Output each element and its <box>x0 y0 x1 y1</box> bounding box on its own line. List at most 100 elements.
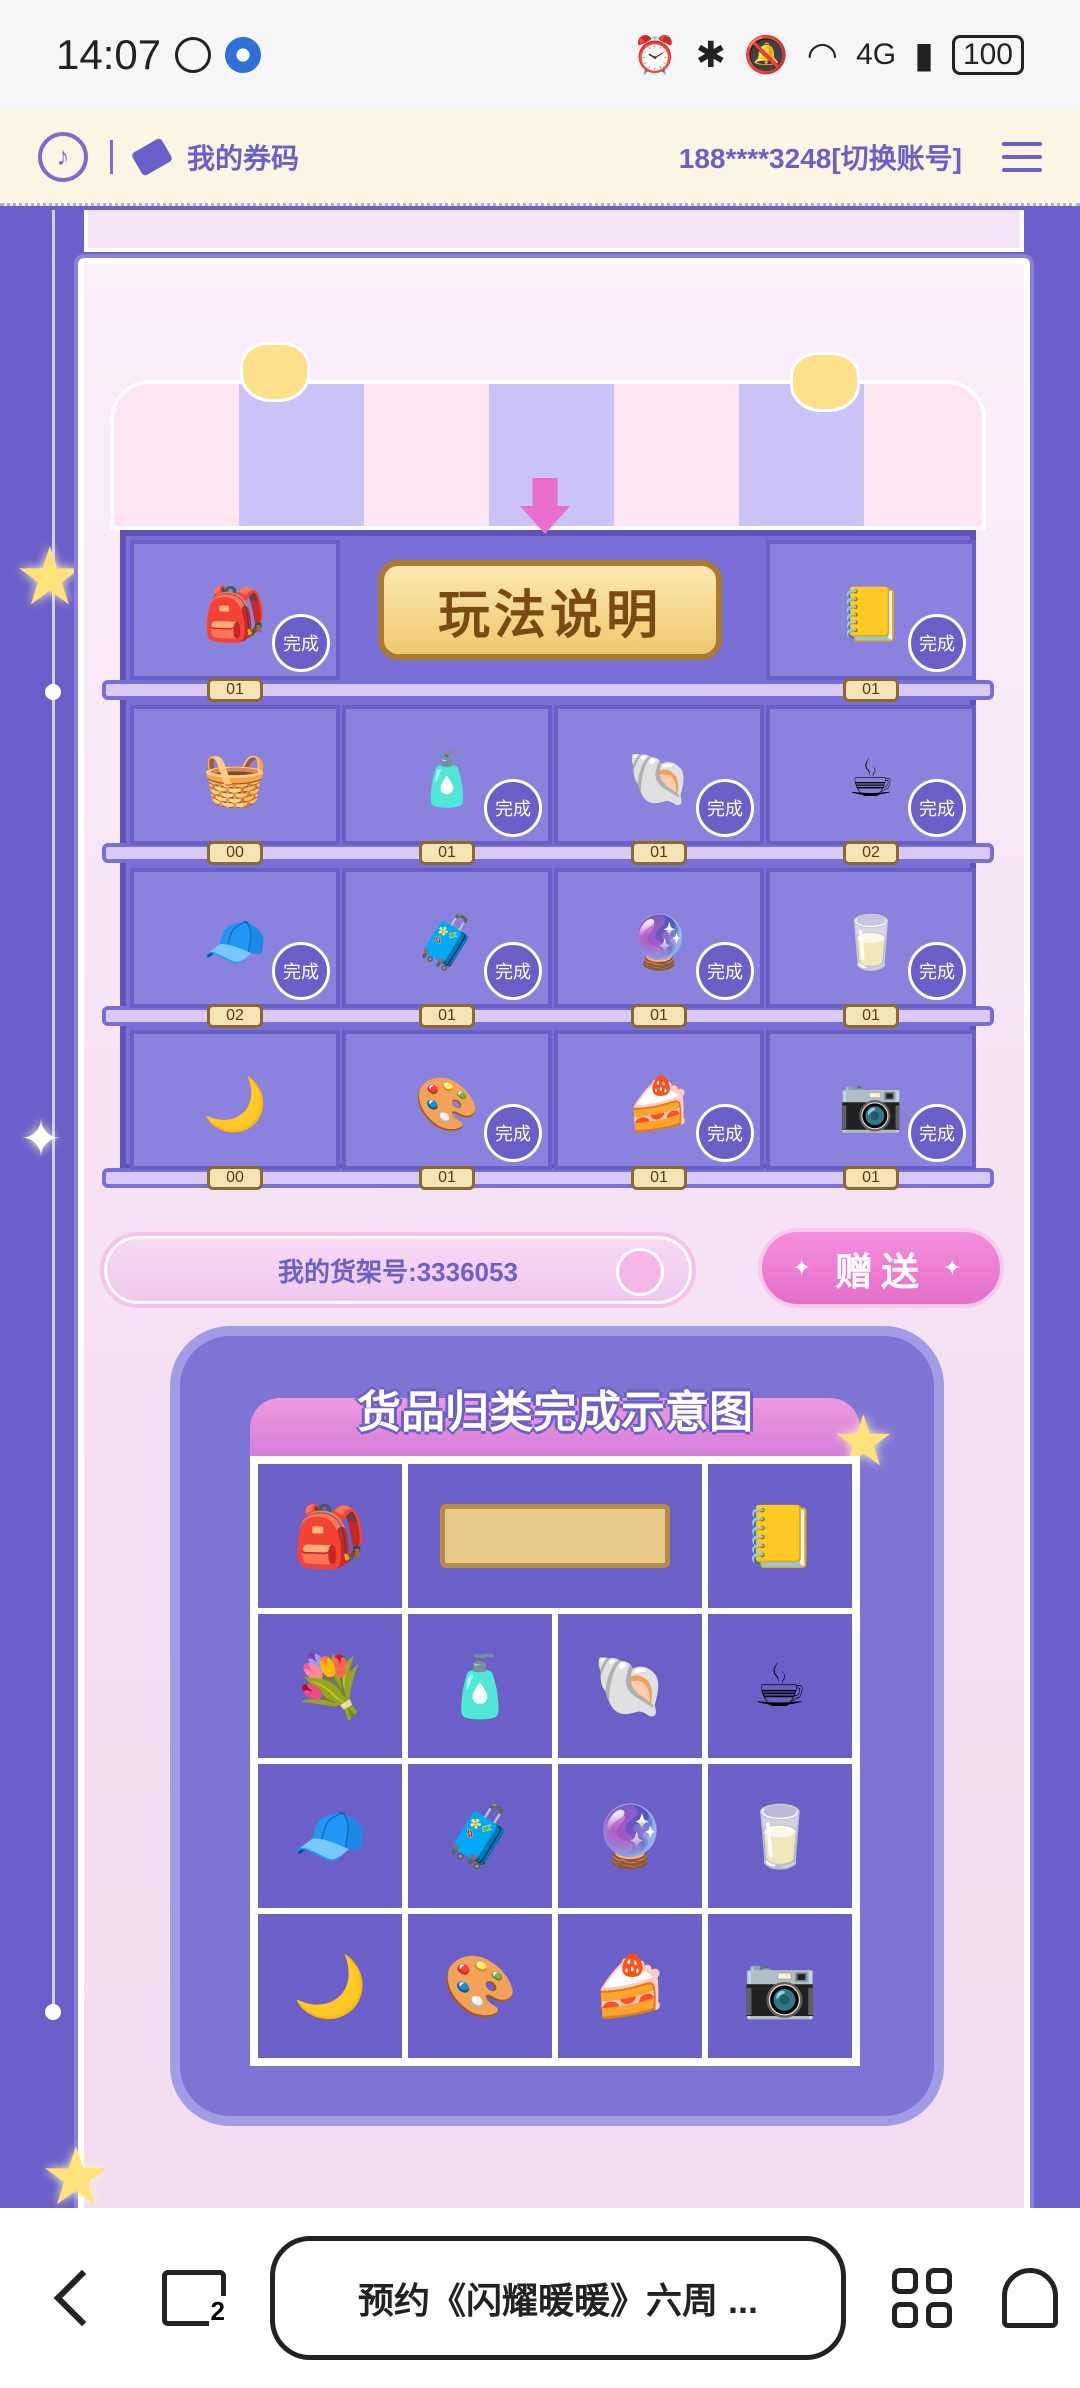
item-count-tag: 01 <box>419 1166 475 1190</box>
howto-button[interactable]: 玩法说明 <box>378 560 722 660</box>
item-count-tag: 01 <box>631 1004 687 1028</box>
done-badge: 完成 <box>908 942 966 1000</box>
bunny-cup-icon: ☕ <box>847 750 895 808</box>
shelf-cell[interactable]: 📷 完成 <box>766 1030 976 1170</box>
suitcase-icon: 🧳 <box>414 913 480 972</box>
bunny-cup-icon: ☕ <box>705 1611 855 1761</box>
milk-box-icon: 🥛 <box>705 1761 855 1911</box>
shelf-cell[interactable]: ☕ 完成 <box>766 705 976 845</box>
top-strip <box>84 210 1024 252</box>
crystal-ball-icon: 🔮 <box>626 913 692 972</box>
perfume-icon: 🧴 <box>414 750 480 809</box>
cat-hat-icon: 🧢 <box>255 1761 405 1911</box>
item-count-tag: 02 <box>207 1004 263 1028</box>
page-title-bar[interactable]: 预约《闪耀暖暖》六周 ... <box>270 2236 846 2360</box>
app-notification-icon <box>225 37 262 73</box>
plaque-icon <box>405 1461 705 1611</box>
shelf-cell[interactable]: 🎒 完成 <box>130 540 340 680</box>
decor-dot <box>45 684 61 700</box>
status-time: 14:07 <box>56 31 162 78</box>
shelf-cell[interactable]: 🧺 <box>130 705 340 845</box>
done-badge: 完成 <box>696 942 754 1000</box>
music-toggle-icon[interactable]: ♪ <box>38 131 88 182</box>
gift-button[interactable]: ✦ 赠送 ✦ <box>758 1228 1004 1308</box>
copy-icon[interactable] <box>616 1248 664 1296</box>
done-badge: 完成 <box>272 942 330 1000</box>
site-header: ♪ 我的券码 188****3248[切换账号] <box>0 110 1080 206</box>
suitcase-icon: 🧳 <box>405 1761 555 1911</box>
flower-basket-icon: 💐 <box>255 1611 405 1761</box>
ghost-icon[interactable] <box>1002 2268 1058 2328</box>
item-count-tag: 01 <box>419 841 475 865</box>
basket-icon: 🧺 <box>202 750 268 809</box>
switch-account-link[interactable]: 188****3248[切换账号] <box>679 137 962 177</box>
tabs-button[interactable]: 2 <box>162 2270 227 2327</box>
moon-pillow-icon: 🌙 <box>202 1075 268 1134</box>
camera-icon: 📷 <box>705 1911 855 2061</box>
shelf-cell[interactable]: 🧴 完成 <box>342 705 552 845</box>
shelf-cell[interactable]: 🔮 完成 <box>554 868 764 1008</box>
backpack-icon: 🎒 <box>202 585 268 644</box>
item-count-tag: 01 <box>843 678 899 702</box>
moon-pillow-icon: 🌙 <box>255 1911 405 2061</box>
item-count-tag: 01 <box>631 841 687 865</box>
header-divider <box>110 139 113 174</box>
shelf-cell[interactable]: 📒 完成 <box>766 540 976 680</box>
done-badge: 完成 <box>484 942 542 1000</box>
shelf-cell[interactable]: 🌙 <box>130 1030 340 1170</box>
alarm-icon: ⏰ <box>632 34 678 75</box>
cat-decoration-icon <box>240 342 310 402</box>
decor-dot <box>45 2004 61 2020</box>
done-badge: 完成 <box>484 779 542 837</box>
item-count-tag: 01 <box>207 678 263 702</box>
backpack-icon: 🎒 <box>255 1461 405 1611</box>
sparkle-decoration: ✦ <box>20 1111 62 1167</box>
shell-icon: 🐚 <box>555 1611 705 1761</box>
sample-title: 货品归类完成示意图 <box>357 1388 753 1437</box>
shelf-cell[interactable]: 🎨 完成 <box>342 1030 552 1170</box>
coupon-icon[interactable] <box>130 136 174 177</box>
item-count-tag: 01 <box>843 1166 899 1190</box>
shelf-number-text: 我的货架号:3336053 <box>278 1256 518 1287</box>
item-count-tag: 02 <box>843 841 899 865</box>
item-count-tag: 00 <box>207 1166 263 1190</box>
crystal-ball-icon: 🔮 <box>555 1761 705 1911</box>
apps-grid-icon[interactable] <box>892 2268 952 2328</box>
photo-album-icon: 📒 <box>705 1461 855 1611</box>
battery-indicator: 100 <box>951 35 1024 75</box>
item-count-tag: 01 <box>419 1004 475 1028</box>
browser-bottom-nav: 2 预约《闪耀暖暖》六周 ... <box>0 2208 1080 2388</box>
done-badge: 完成 <box>908 1104 966 1162</box>
wifi-icon: ◠ <box>806 34 839 75</box>
milk-box-icon: 🥛 <box>838 913 904 972</box>
tab-count: 2 <box>208 2296 227 2327</box>
item-count-tag: 00 <box>207 841 263 865</box>
item-count-tag: 01 <box>843 1004 899 1028</box>
camera-icon: 📷 <box>838 1075 904 1134</box>
my-coupon-link[interactable]: 我的券码 <box>187 137 299 177</box>
perfume-icon: 🧴 <box>405 1611 555 1761</box>
star-decoration: ★ <box>14 532 86 621</box>
status-indicators: ⏰ ✱ 🔕 ◠ 4G ▮ 100 <box>633 34 1024 76</box>
back-icon[interactable] <box>53 2269 111 2327</box>
cat-hat-icon: 🧢 <box>202 913 268 972</box>
palette-icon: 🎨 <box>414 1075 480 1134</box>
shelf-cell[interactable]: 🍰 完成 <box>554 1030 764 1170</box>
menu-icon[interactable] <box>1002 141 1042 172</box>
done-badge: 完成 <box>696 1104 754 1162</box>
shelf-cell[interactable]: 🐚 完成 <box>554 705 764 845</box>
shelf-cell[interactable]: 🧳 完成 <box>342 868 552 1008</box>
photo-album-icon: 📒 <box>838 585 904 644</box>
shelf-cell[interactable]: 🥛 完成 <box>766 868 976 1008</box>
network-label: 4G <box>856 38 897 71</box>
done-badge: 完成 <box>696 779 754 837</box>
plaque-shape <box>440 1504 670 1568</box>
shell-icon: 🐚 <box>626 750 692 809</box>
shelf-cell[interactable]: 🧢 完成 <box>130 868 340 1008</box>
cat-decoration-icon <box>790 352 860 412</box>
status-bar: 14:07 ⏰ ✱ 🔕 ◠ 4G ▮ 100 <box>0 0 1080 110</box>
cake-icon: 🍰 <box>555 1911 705 2061</box>
palette-icon: 🎨 <box>405 1911 555 2061</box>
qq-icon <box>175 37 212 73</box>
shelf-number-field: 我的货架号:3336053 <box>100 1232 696 1308</box>
